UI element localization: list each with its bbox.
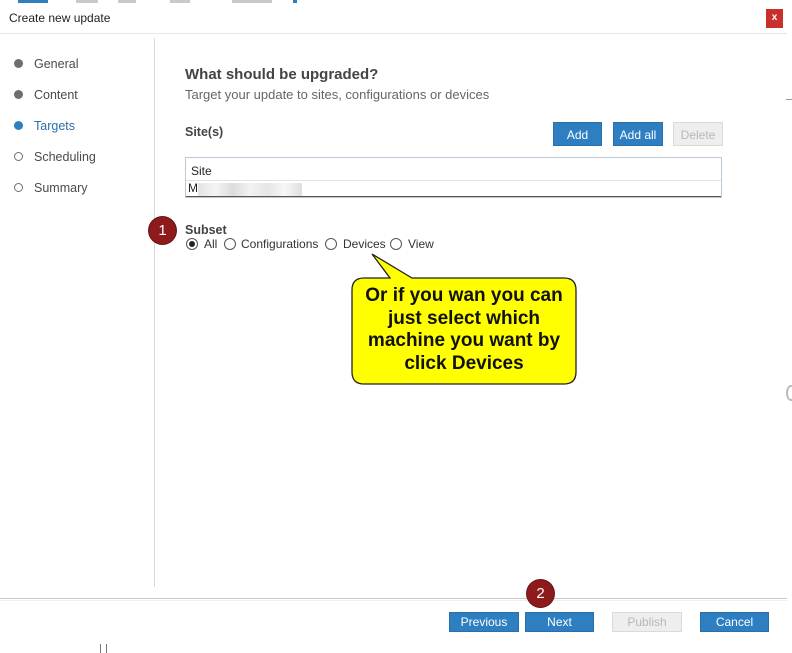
redacted-site-name bbox=[198, 183, 302, 197]
subset-all-radio[interactable] bbox=[186, 238, 198, 250]
title-divider bbox=[0, 33, 787, 34]
background-window-edge bbox=[786, 385, 792, 401]
section-heading: What should be upgraded? bbox=[185, 66, 379, 83]
window-top-strip bbox=[0, 0, 792, 4]
dialog-title: Create new update bbox=[9, 11, 111, 25]
section-subheading: Target your update to sites, configurati… bbox=[185, 87, 490, 102]
radio-selected-dot bbox=[189, 241, 195, 247]
previous-button[interactable]: Previous bbox=[449, 612, 519, 632]
step-label: Scheduling bbox=[34, 150, 96, 164]
background-toolbar-hint bbox=[293, 0, 297, 3]
step-pending-icon bbox=[14, 152, 23, 161]
delete-site-button[interactable]: Delete bbox=[673, 122, 723, 146]
step-label: General bbox=[34, 57, 79, 71]
subset-view-radio[interactable] bbox=[390, 238, 402, 250]
subset-devices-label[interactable]: Devices bbox=[343, 237, 386, 251]
add-site-button[interactable]: Add bbox=[553, 122, 602, 146]
step-general[interactable]: General bbox=[0, 52, 154, 83]
sites-label: Site(s) bbox=[185, 125, 224, 139]
background-toolbar-hint bbox=[170, 0, 190, 3]
background-window-edge bbox=[106, 644, 107, 653]
step-active-icon bbox=[14, 121, 23, 130]
background-toolbar-hint bbox=[118, 0, 136, 3]
background-tab-indicator bbox=[18, 0, 48, 3]
subset-configurations-radio[interactable] bbox=[224, 238, 236, 250]
sites-table: Site M bbox=[185, 157, 722, 198]
step-complete-icon bbox=[14, 90, 23, 99]
sidebar-divider bbox=[154, 38, 155, 587]
table-bottom-border bbox=[186, 196, 721, 197]
footer-divider bbox=[0, 598, 787, 599]
step-badge-2: 2 bbox=[527, 580, 554, 607]
step-badge-1: 1 bbox=[149, 217, 176, 244]
step-label: Targets bbox=[34, 119, 75, 133]
table-row[interactable]: M bbox=[188, 181, 198, 195]
column-header-site: Site bbox=[191, 164, 212, 178]
step-complete-icon bbox=[14, 59, 23, 68]
wizard-steps: General Content Targets Scheduling Summa… bbox=[0, 52, 154, 207]
radio-ring bbox=[224, 238, 236, 250]
background-window-edge bbox=[100, 644, 101, 653]
step-label: Summary bbox=[34, 181, 88, 195]
publish-button[interactable]: Publish bbox=[612, 612, 682, 632]
subset-view-label[interactable]: View bbox=[408, 237, 434, 251]
cancel-button[interactable]: Cancel bbox=[700, 612, 769, 632]
header-divider bbox=[186, 180, 721, 181]
callout-text: Or if you wan you can just select which … bbox=[365, 285, 563, 374]
subset-label: Subset bbox=[185, 223, 227, 237]
radio-ring bbox=[325, 238, 337, 250]
add-all-sites-button[interactable]: Add all bbox=[613, 122, 663, 146]
background-toolbar-hint bbox=[232, 0, 272, 3]
subset-devices-radio[interactable] bbox=[325, 238, 337, 250]
step-label: Content bbox=[34, 88, 78, 102]
subset-all-label[interactable]: All bbox=[204, 237, 217, 251]
step-targets[interactable]: Targets bbox=[0, 114, 154, 145]
footer-divider-shadow bbox=[0, 600, 787, 601]
step-scheduling[interactable]: Scheduling bbox=[0, 145, 154, 176]
step-summary[interactable]: Summary bbox=[0, 176, 154, 207]
step-content[interactable]: Content bbox=[0, 83, 154, 114]
close-button[interactable]: x bbox=[766, 9, 783, 28]
step-pending-icon bbox=[14, 183, 23, 192]
background-toolbar-hint bbox=[76, 0, 98, 3]
radio-ring bbox=[390, 238, 402, 250]
next-button[interactable]: Next bbox=[525, 612, 594, 632]
background-window-edge bbox=[786, 99, 792, 100]
subset-configurations-label[interactable]: Configurations bbox=[241, 237, 318, 251]
